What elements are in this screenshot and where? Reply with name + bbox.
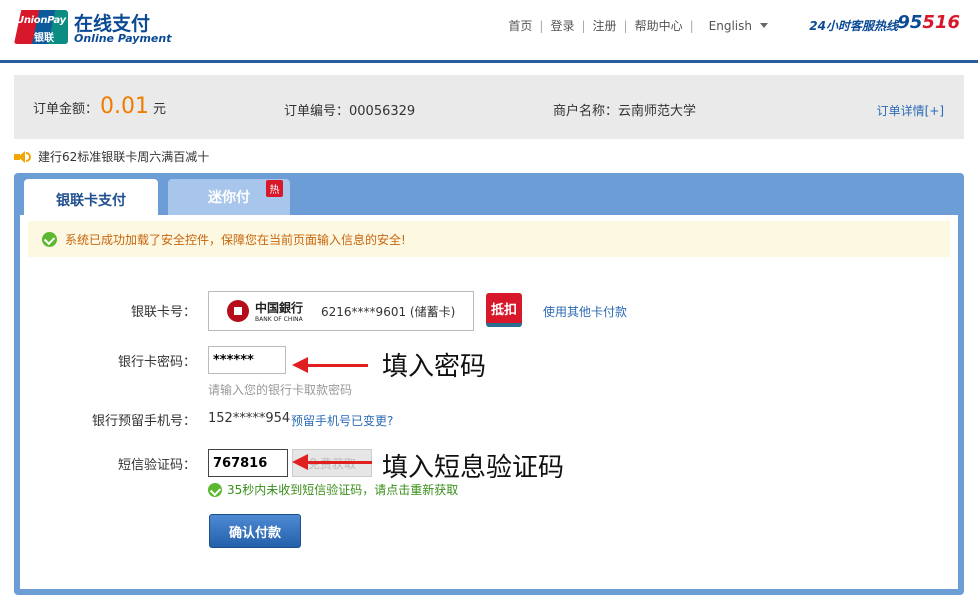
sms-code-input[interactable]: 767816 (208, 449, 288, 477)
discount-tag[interactable]: 抵扣 (486, 293, 522, 327)
arrow-annotation (292, 357, 368, 373)
hotline-label: 24小时客服热线 (809, 19, 898, 33)
merchant-name: 商户名称：云南师范大学 (553, 104, 697, 119)
check-icon (208, 482, 222, 497)
hot-badge: 热 (266, 180, 283, 197)
password-hint: 请输入您的银行卡取款密码 (208, 383, 353, 397)
order-summary: 订单金额： 0.01 元 订单编号：00056329 商户名称：云南师范大学 订… (14, 75, 964, 139)
card-number: 6216****9601 (储蓄卡) (321, 304, 456, 319)
promo-notice: 建行62标准银联卡周六满百减十 (14, 148, 209, 165)
confirm-payment-button[interactable]: 确认付款 (209, 514, 301, 548)
payment-panel: 银联卡支付 迷你付 热 系统已成功加载了安全控件，保障您在当前页面输入信息的安全… (14, 173, 964, 595)
top-nav: 首页 | 登录 | 注册 | 帮助中心 | English (508, 17, 768, 34)
sms-label: 短信验证码： (117, 458, 196, 473)
nav-login[interactable]: 登录 (550, 17, 574, 34)
header-divider (0, 60, 978, 63)
nav-help[interactable]: 帮助中心 (635, 17, 683, 34)
card-label: 银联卡号： (130, 305, 196, 320)
phone-changed-link[interactable]: 预留手机号已变更? (291, 412, 393, 429)
phone-label: 银行预留手机号： (91, 414, 196, 429)
header: UnionPay 银联 在线支付 Online Payment 首页 | 登录 … (0, 0, 978, 60)
password-label: 银行卡密码： (117, 355, 196, 370)
annotation-password: 填入密码 (382, 352, 487, 382)
annotation-sms: 填入短息验证码 (382, 453, 565, 483)
arrow-annotation (292, 454, 372, 470)
chevron-down-icon (760, 23, 768, 28)
payment-form: 系统已成功加载了安全控件，保障您在当前页面输入信息的安全! 银联卡号： 中国銀行… (20, 215, 958, 589)
brand-subtitle: Online Payment (74, 32, 172, 45)
hotline-number: 95516 (897, 12, 960, 33)
order-detail-link[interactable]: 订单详情[+] (877, 102, 944, 119)
bank-name: 中国銀行 BANK OF CHINA (255, 301, 304, 323)
security-message: 系统已成功加载了安全控件，保障您在当前页面输入信息的安全! (28, 221, 950, 257)
order-number: 订单编号：00056329 (284, 104, 416, 119)
card-selector[interactable]: 中国銀行 BANK OF CHINA 6216****9601 (储蓄卡) (208, 291, 474, 331)
password-input[interactable]: ****** (208, 346, 286, 374)
order-amount: 订单金额： 0.01 元 (33, 94, 167, 119)
nav-home[interactable]: 首页 (508, 17, 532, 34)
bank-of-china-icon (227, 300, 249, 322)
phone-value: 152*****954 (208, 411, 291, 426)
use-other-card-link[interactable]: 使用其他卡付款 (543, 303, 627, 320)
speaker-icon (14, 150, 32, 164)
nav-register[interactable]: 注册 (593, 17, 617, 34)
amount-value: 0.01 (100, 94, 149, 119)
unionpay-logo: UnionPay 银联 (14, 10, 68, 44)
check-icon (42, 231, 57, 247)
language-select[interactable]: English (709, 19, 768, 33)
